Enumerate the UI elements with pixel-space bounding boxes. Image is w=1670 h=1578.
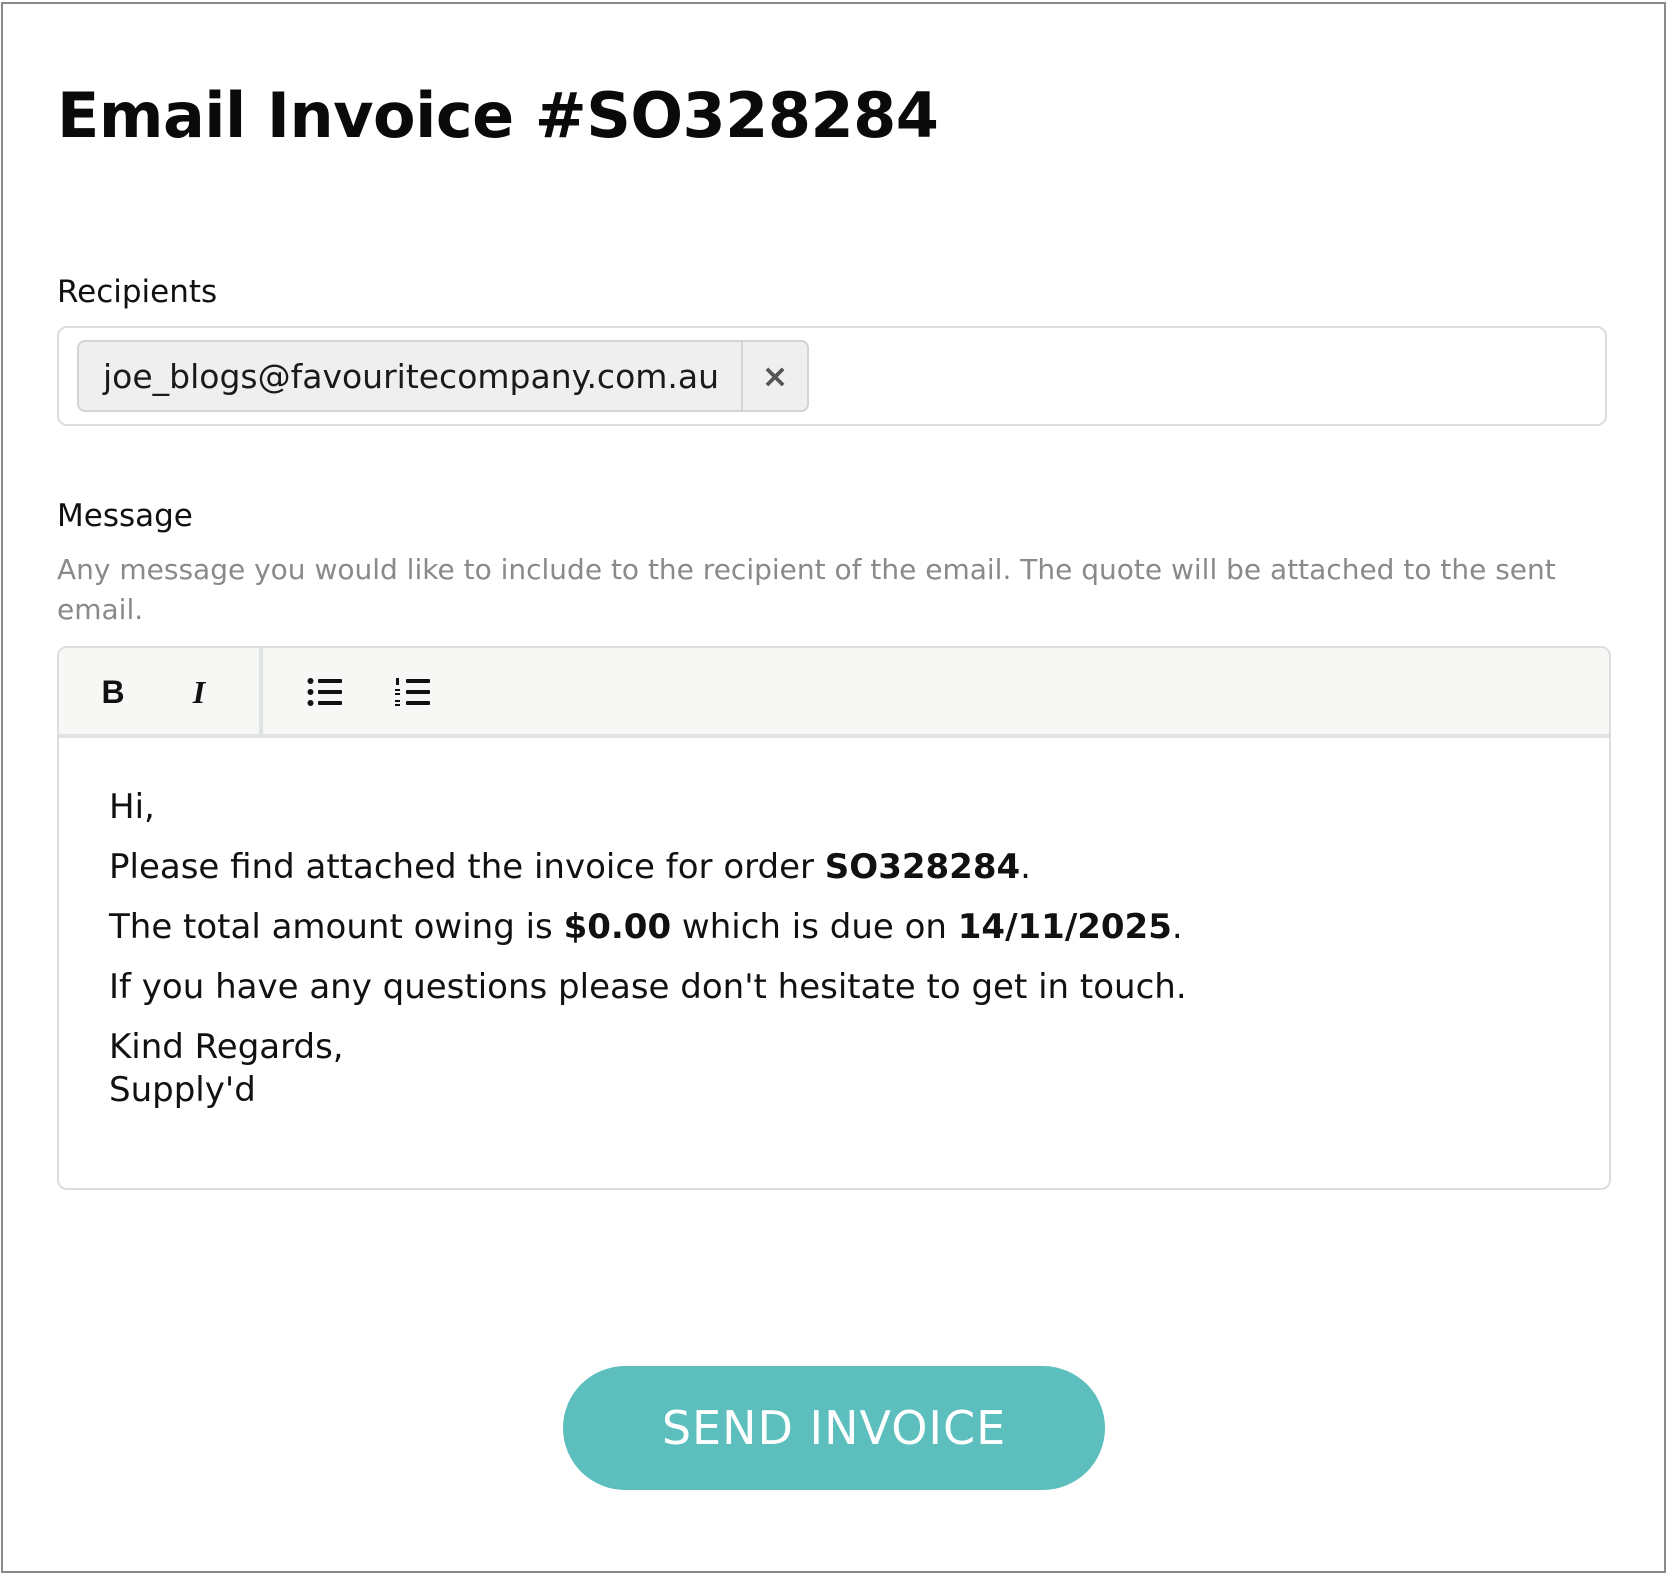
amount-owing: $0.00: [563, 907, 672, 947]
due-date: 14/11/2025: [957, 907, 1172, 947]
numbered-list-button[interactable]: [383, 662, 443, 722]
numbered-list-icon: [395, 678, 430, 706]
recipient-chip: joe_blogs@favouritecompany.com.au ×: [77, 340, 810, 412]
bulleted-list-button[interactable]: [295, 662, 355, 722]
message-help-text: Any message you would like to include to…: [57, 553, 1556, 626]
close-icon[interactable]: ×: [741, 342, 807, 410]
email-invoice-dialog: Email Invoice #SO328284 Recipients joe_b…: [1, 2, 1666, 1573]
editor-toolbar: B I: [59, 648, 1609, 738]
send-invoice-button[interactable]: SEND INVOICE: [563, 1366, 1105, 1490]
recipients-label: Recipients: [57, 274, 218, 310]
page-title: Email Invoice #SO328284: [57, 79, 939, 152]
message-body[interactable]: Hi, Please find attached the invoice for…: [109, 786, 1569, 1112]
message-editor: B I Hi, Please find attached the invoice…: [57, 646, 1611, 1190]
message-line-questions: If you have any questions please don't h…: [109, 967, 1187, 1007]
bulleted-list-icon: [307, 678, 342, 706]
order-number: SO328284: [824, 847, 1021, 887]
message-signature: Supply'd: [109, 1070, 256, 1110]
italic-button[interactable]: I: [169, 662, 229, 722]
message-label: Message: [57, 498, 193, 534]
message-line-order: Please find attached the invoice for ord…: [109, 847, 1031, 887]
recipient-email: joe_blogs@favouritecompany.com.au: [103, 356, 720, 396]
bold-button[interactable]: B: [83, 662, 143, 722]
recipients-input[interactable]: joe_blogs@favouritecompany.com.au ×: [57, 326, 1607, 426]
toolbar-divider: [259, 648, 263, 734]
message-line-amount: The total amount owing is $0.00 which is…: [109, 907, 1183, 947]
message-greeting: Hi,: [109, 787, 155, 827]
message-signoff: Kind Regards,: [109, 1027, 344, 1067]
